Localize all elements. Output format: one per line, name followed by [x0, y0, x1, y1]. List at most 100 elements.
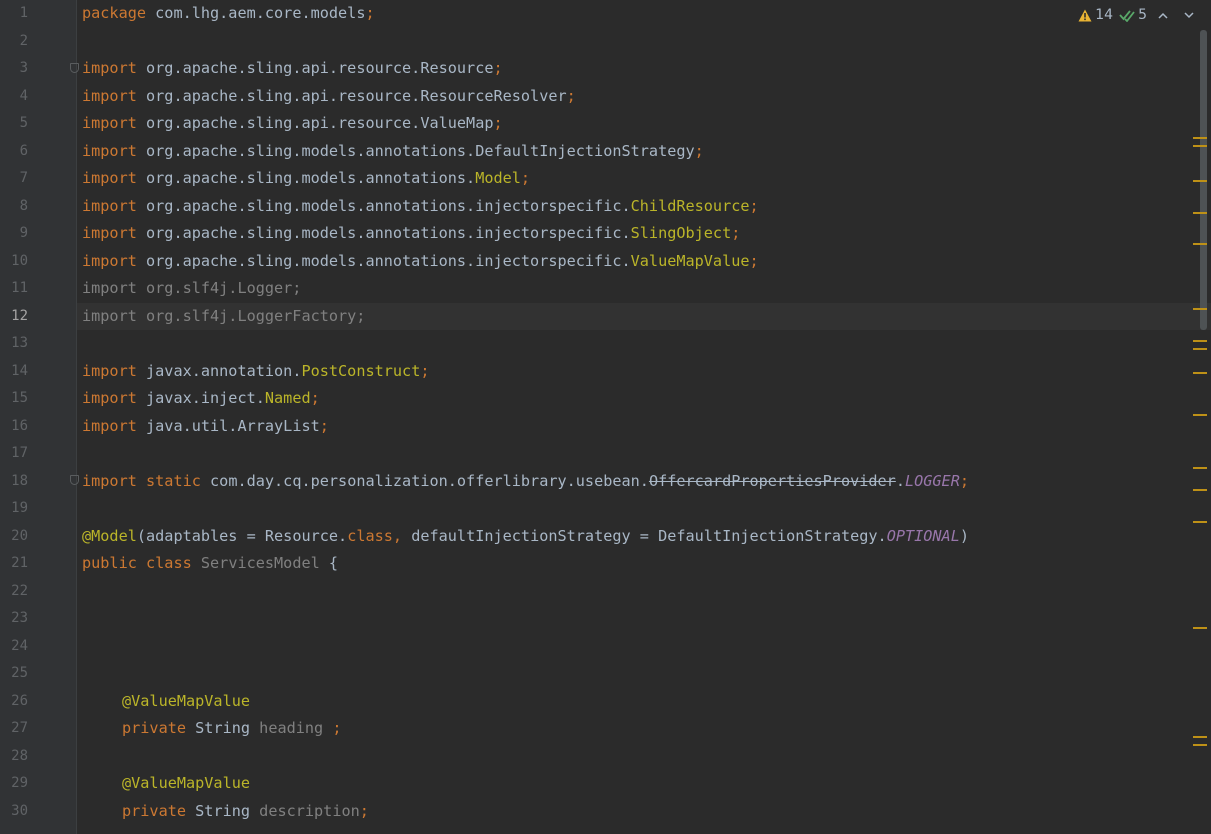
- warning-marker[interactable]: [1193, 145, 1207, 147]
- warning-marker[interactable]: [1193, 340, 1207, 342]
- code-line-10[interactable]: import org.apache.sling.models.annotatio…: [77, 248, 1211, 276]
- line-number[interactable]: 17: [0, 440, 28, 468]
- code-line-21[interactable]: public class ServicesModel {: [77, 550, 1211, 578]
- line-number[interactable]: 18: [0, 468, 28, 496]
- semicolon: ;: [493, 59, 503, 77]
- line-number[interactable]: 8: [0, 193, 28, 221]
- semicolon: ;: [365, 4, 375, 22]
- annotation: @ValueMapValue: [122, 774, 251, 792]
- annotation-class: Named: [264, 389, 311, 407]
- keyword: private: [122, 719, 187, 737]
- code-line-11[interactable]: import org.slf4j.Logger;: [77, 275, 1211, 303]
- next-highlight-button[interactable]: [1179, 8, 1199, 23]
- code-line-7[interactable]: import org.apache.sling.models.annotatio…: [77, 165, 1211, 193]
- field-name: description: [250, 801, 360, 820]
- checks-count: 5: [1138, 7, 1147, 23]
- unused-import: import org.slf4j.Logger;: [82, 279, 302, 297]
- static-field: OPTIONAL: [886, 526, 960, 545]
- warning-marker[interactable]: [1193, 308, 1207, 310]
- warning-marker[interactable]: [1193, 489, 1207, 491]
- line-number[interactable]: 4: [0, 83, 28, 111]
- line-number[interactable]: 9: [0, 220, 28, 248]
- keyword: import: [82, 196, 137, 215]
- code-line-12[interactable]: import org.slf4j.LoggerFactory;: [77, 302, 1211, 330]
- previous-highlight-button[interactable]: [1153, 8, 1173, 23]
- code-line-8[interactable]: import org.apache.sling.models.annotatio…: [77, 193, 1211, 221]
- line-number[interactable]: 13: [0, 330, 28, 358]
- code-line-27[interactable]: private String heading ;: [77, 715, 1211, 743]
- dot: .: [895, 471, 905, 490]
- line-number[interactable]: 16: [0, 413, 28, 441]
- warnings-count: 14: [1095, 7, 1114, 23]
- fold-marker-icon[interactable]: [70, 475, 79, 485]
- line-number[interactable]: 6: [0, 138, 28, 166]
- warning-marker[interactable]: [1193, 736, 1207, 738]
- keyword: import: [82, 141, 137, 160]
- code-line-4[interactable]: import org.apache.sling.api.resource.Res…: [77, 83, 1211, 111]
- warning-marker[interactable]: [1193, 627, 1207, 629]
- line-number[interactable]: 1: [0, 0, 28, 28]
- line-number[interactable]: 5: [0, 110, 28, 138]
- code-line-18[interactable]: import static com.day.cq.personalization…: [77, 468, 1211, 496]
- import-path: com.day.cq.personalization.offerlibrary.…: [200, 471, 649, 490]
- warning-marker[interactable]: [1193, 467, 1207, 469]
- code-line-9[interactable]: import org.apache.sling.models.annotatio…: [77, 220, 1211, 248]
- import-path: org.apache.sling.models.annotations.inje…: [136, 224, 631, 242]
- line-number[interactable]: 27: [0, 715, 28, 743]
- comma: ,: [392, 526, 403, 545]
- semicolon: ;: [694, 141, 704, 160]
- annotation: @ValueMapValue: [122, 691, 251, 710]
- line-number[interactable]: 20: [0, 523, 28, 551]
- warning-marker[interactable]: [1193, 180, 1207, 182]
- line-number[interactable]: 29: [0, 770, 28, 798]
- code-line-29[interactable]: @ValueMapValue: [77, 770, 1211, 798]
- warning-marker[interactable]: [1193, 414, 1207, 416]
- warnings-indicator[interactable]: 14: [1078, 7, 1113, 23]
- line-number[interactable]: 30: [0, 798, 28, 826]
- keyword: import: [82, 389, 137, 407]
- annotation-class: ValueMapValue: [630, 251, 750, 270]
- inspection-widget[interactable]: 14 5: [1078, 4, 1199, 26]
- warning-marker[interactable]: [1193, 372, 1207, 374]
- code-line-1[interactable]: package com.lhg.aem.core.models;: [77, 0, 1211, 28]
- line-number[interactable]: 10: [0, 248, 28, 276]
- static-field: LOGGER: [904, 471, 960, 490]
- code-line-5[interactable]: import org.apache.sling.api.resource.Val…: [77, 110, 1211, 138]
- line-number[interactable]: 15: [0, 385, 28, 413]
- warning-marker[interactable]: [1193, 521, 1207, 523]
- line-number[interactable]: 12: [0, 303, 28, 331]
- code-line-6[interactable]: import org.apache.sling.models.annotatio…: [77, 138, 1211, 166]
- line-number[interactable]: 23: [0, 605, 28, 633]
- warning-marker[interactable]: [1193, 137, 1207, 139]
- warning-marker[interactable]: [1193, 744, 1207, 746]
- line-number[interactable]: 28: [0, 743, 28, 771]
- line-number[interactable]: 21: [0, 550, 28, 578]
- warning-marker[interactable]: [1193, 348, 1207, 350]
- line-number[interactable]: 26: [0, 688, 28, 716]
- code-editor[interactable]: 1 2 3 4 5 6 7 8 9 10 11 12 13 14 15 16 17 18 19 20 21 22 23 24 2…: [0, 0, 1211, 834]
- annotation-args: defaultInjectionStrategy = DefaultInject…: [402, 526, 887, 545]
- code-line-20[interactable]: @Model(adaptables = Resource.class, defa…: [77, 523, 1211, 551]
- keyword: public: [82, 554, 137, 572]
- line-number[interactable]: 22: [0, 578, 28, 606]
- line-number[interactable]: 7: [0, 165, 28, 193]
- code-line-3[interactable]: import org.apache.sling.api.resource.Res…: [77, 55, 1211, 83]
- fold-marker-icon[interactable]: [70, 63, 79, 73]
- code-line-30[interactable]: private String description;: [77, 798, 1211, 826]
- code-line-14[interactable]: import javax.annotation.PostConstruct;: [77, 358, 1211, 386]
- line-number[interactable]: 3: [0, 55, 28, 83]
- line-number[interactable]: 14: [0, 358, 28, 386]
- code-area[interactable]: package com.lhg.aem.core.models; import …: [77, 0, 1211, 834]
- line-number[interactable]: 2: [0, 28, 28, 56]
- code-line-15[interactable]: import javax.inject.Named;: [77, 385, 1211, 413]
- line-number[interactable]: 11: [0, 275, 28, 303]
- line-number[interactable]: 25: [0, 660, 28, 688]
- line-number[interactable]: 19: [0, 495, 28, 523]
- checks-indicator[interactable]: 5: [1119, 7, 1147, 23]
- line-number-gutter[interactable]: 1 2 3 4 5 6 7 8 9 10 11 12 13 14 15 16 17 18 19 20 21 22 23 24 2…: [0, 0, 77, 834]
- line-number[interactable]: 24: [0, 633, 28, 661]
- code-line-16[interactable]: import java.util.ArrayList;: [77, 413, 1211, 441]
- code-line-26[interactable]: @ValueMapValue: [77, 688, 1211, 716]
- warning-marker[interactable]: [1193, 212, 1207, 214]
- warning-marker[interactable]: [1193, 243, 1207, 245]
